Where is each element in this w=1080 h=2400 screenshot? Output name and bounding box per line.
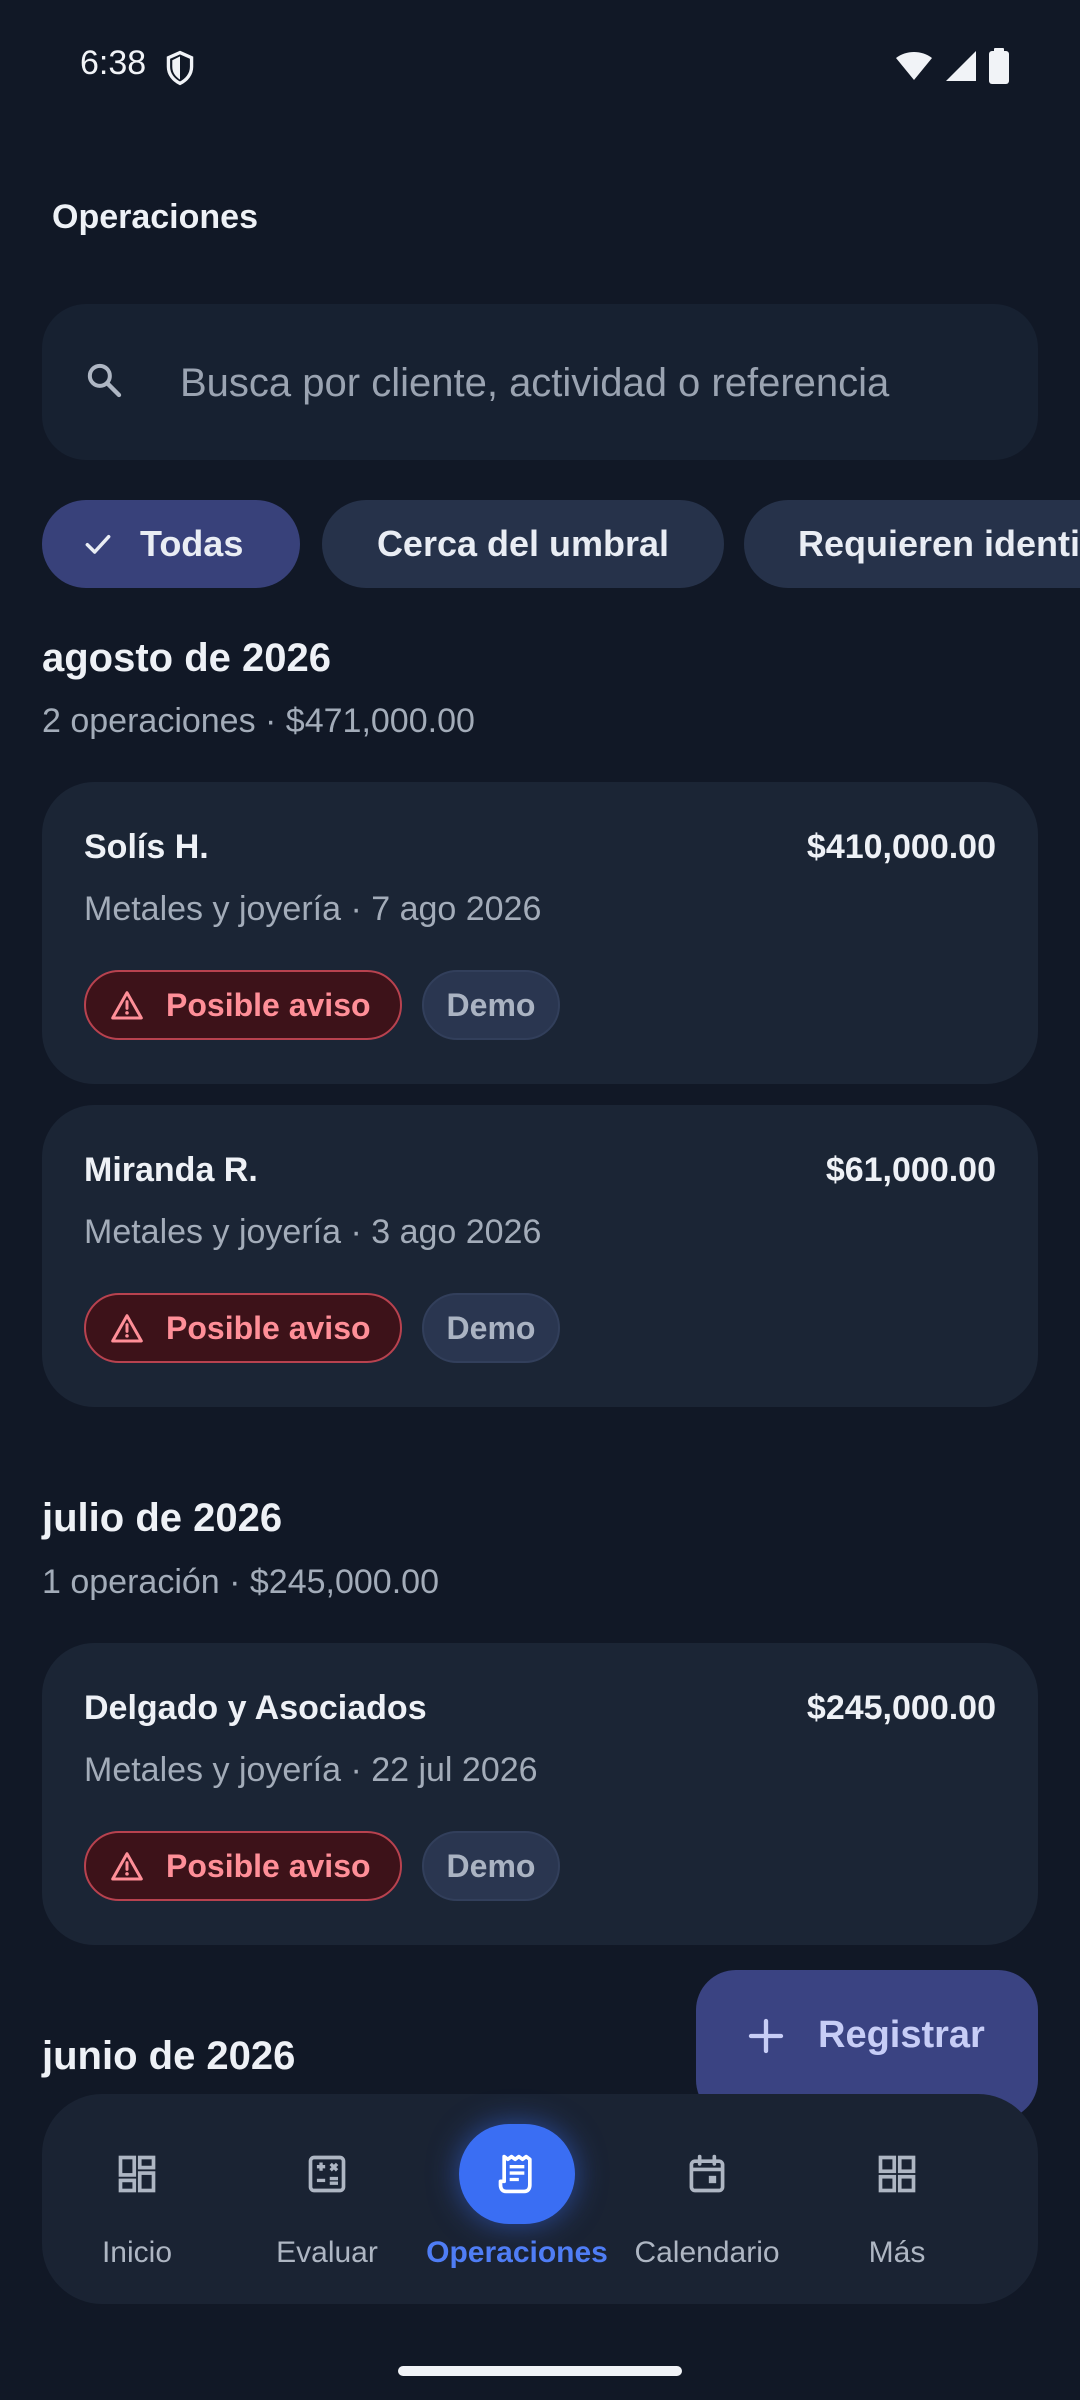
operation-meta: Metales y joyería · 3 ago 2026: [84, 1213, 542, 1251]
calendar-icon: [689, 2154, 725, 2193]
operation-card[interactable]: Delgado y Asociados $245,000.00 Metales …: [42, 1643, 1038, 1945]
demo-badge: Demo: [422, 970, 560, 1040]
status-icons: [894, 48, 1010, 84]
status-bar: 6:38: [0, 0, 1080, 134]
check-icon: [85, 534, 111, 554]
filter-chip-cerca-del-umbral[interactable]: Cerca del umbral: [322, 500, 724, 588]
battery-icon: [989, 48, 1009, 84]
filter-chip-label: Todas: [140, 523, 244, 564]
receipt-icon: [498, 2154, 532, 2194]
warning-icon: [111, 1852, 143, 1881]
demo-badge: Demo: [422, 1831, 560, 1901]
alert-badge-label: Posible aviso: [166, 986, 371, 1023]
filter-chip-requieren-identificacion[interactable]: Requieren identi: [744, 500, 1080, 588]
group-summary: 2 operaciones · $471,000.00: [42, 702, 475, 740]
warning-icon: [111, 991, 143, 1020]
operation-meta: Metales y joyería · 22 jul 2026: [84, 1751, 538, 1789]
group-summary: 1 operación · $245,000.00: [42, 1563, 439, 1601]
filter-chip-todas[interactable]: Todas: [42, 500, 300, 588]
alert-badge-label: Posible aviso: [166, 1847, 371, 1884]
warning-icon: [111, 1314, 143, 1343]
nav-label: Calendario: [634, 2236, 780, 2269]
client-name: Miranda R.: [84, 1151, 258, 1189]
operation-amount: $245,000.00: [806, 1689, 996, 1727]
shield-icon: [166, 50, 194, 86]
operation-amount: $410,000.00: [806, 828, 996, 866]
nav-item-mas[interactable]: Más: [802, 2094, 992, 2304]
dashboard-icon: [118, 2155, 156, 2193]
nav-label: Operaciones: [426, 2236, 608, 2269]
wifi-icon: [896, 52, 932, 80]
nav-item-operaciones[interactable]: Operaciones: [422, 2094, 612, 2304]
bottom-navigation: Inicio Evaluar Operaciones Calendario Má…: [42, 2094, 1038, 2304]
status-time: 6:38: [80, 44, 147, 82]
nav-item-evaluar[interactable]: Evaluar: [232, 2094, 422, 2304]
client-name: Delgado y Asociados: [84, 1689, 427, 1727]
search-icon: [87, 363, 122, 398]
alert-badge: Posible aviso: [84, 1293, 402, 1363]
nav-item-calendario[interactable]: Calendario: [612, 2094, 802, 2304]
alert-badge: Posible aviso: [84, 970, 402, 1040]
group-title: agosto de 2026: [42, 636, 332, 680]
alert-badge-label: Posible aviso: [166, 1309, 371, 1346]
operation-card[interactable]: Solís H. $410,000.00 Metales y joyería ·…: [42, 782, 1038, 1084]
nav-label: Evaluar: [276, 2236, 378, 2269]
cellular-signal-icon: [946, 51, 976, 81]
group-title: junio de 2026: [42, 2034, 296, 2078]
register-fab-label: Registrar: [818, 2014, 985, 2056]
page-title: Operaciones: [52, 198, 258, 236]
filter-chips: Todas Cerca del umbral Requieren identi: [42, 500, 1080, 592]
client-name: Solís H.: [84, 828, 209, 866]
filter-chip-label: Cerca del umbral: [376, 523, 670, 564]
demo-badge: Demo: [422, 1293, 560, 1363]
group-title: julio de 2026: [42, 1496, 283, 1540]
operation-meta: Metales y joyería · 7 ago 2026: [84, 890, 542, 928]
nav-label: Más: [868, 2236, 926, 2269]
alert-badge: Posible aviso: [84, 1831, 402, 1901]
nav-item-inicio[interactable]: Inicio: [42, 2094, 232, 2304]
plus-icon: [748, 2018, 784, 2054]
nav-label: Inicio: [101, 2236, 173, 2269]
search-input[interactable]: [178, 344, 1002, 422]
operation-amount: $61,000.00: [825, 1151, 996, 1189]
filter-chip-label: Requieren identi: [798, 523, 1080, 564]
calculator-icon: [308, 2155, 346, 2193]
apps-grid-icon: [878, 2155, 916, 2193]
operation-card[interactable]: Miranda R. $61,000.00 Metales y joyería …: [42, 1105, 1038, 1407]
home-indicator[interactable]: [398, 2366, 682, 2376]
